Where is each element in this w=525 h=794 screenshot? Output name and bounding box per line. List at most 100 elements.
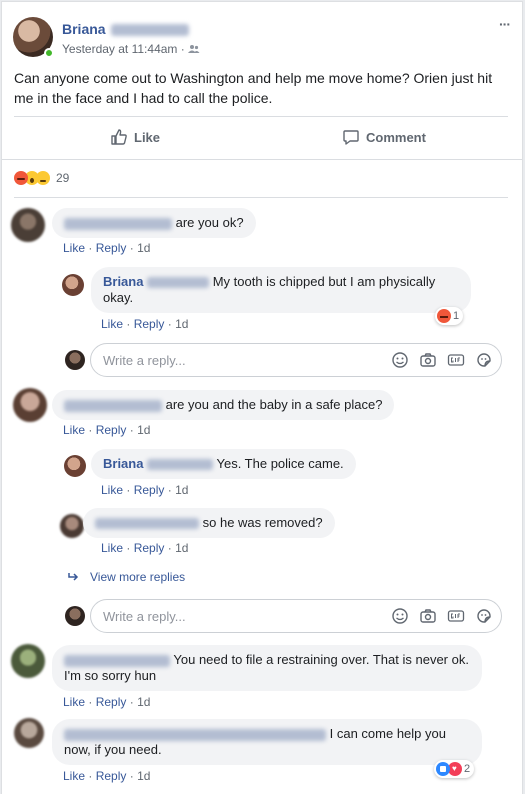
meta-separator: · — [129, 695, 134, 709]
reply-author-name[interactable]: Briana — [103, 274, 143, 289]
comment-reply-link[interactable]: Reply — [96, 695, 127, 709]
post-timestamp[interactable]: Yesterday at 11:44am — [62, 42, 177, 56]
comment-like-link[interactable]: Like — [63, 241, 85, 255]
reply-reply-link[interactable]: Reply — [134, 541, 165, 555]
comment-reaction-count: 2 — [464, 763, 471, 775]
meta-separator: · — [88, 695, 93, 709]
like-button[interactable]: Like — [110, 128, 160, 146]
reply-timestamp[interactable]: 1d — [175, 483, 188, 497]
reply-avatar[interactable] — [60, 514, 84, 538]
commenter-avatar[interactable] — [11, 208, 45, 242]
camera-icon[interactable] — [419, 351, 437, 369]
gif-icon[interactable] — [447, 351, 465, 369]
commenter-name-redacted[interactable] — [64, 217, 172, 230]
meta-separator: · — [126, 317, 131, 331]
comment-like-link[interactable]: Like — [63, 769, 85, 783]
emoji-icon[interactable] — [391, 607, 409, 625]
reply-reaction-count: 1 — [453, 310, 460, 322]
reactions-divider — [14, 197, 508, 198]
like-reaction-icon — [436, 762, 450, 776]
emoji-icon[interactable] — [391, 351, 409, 369]
comment-text: are you ok? — [175, 215, 244, 230]
meta-separator: · — [88, 241, 93, 255]
post-text: Can anyone come out to Washington and he… — [14, 70, 493, 106]
comment-like-link[interactable]: Like — [63, 423, 85, 437]
reply-bubble: so he was removed? — [83, 508, 335, 538]
comment-bubble: You need to file a restraining over. Tha… — [52, 645, 482, 691]
angry-reaction-icon — [437, 309, 451, 323]
view-more-label: View more replies — [90, 570, 186, 584]
reply-reaction-badge[interactable]: 1 — [435, 307, 464, 325]
reply-like-link[interactable]: Like — [101, 317, 123, 331]
comment-bubble: I can come help you now, if you need. — [52, 719, 482, 765]
meta-separator: · — [88, 769, 93, 783]
reply-input-placeholder: Write a reply... — [103, 353, 186, 368]
reply-author-name[interactable]: Briana — [103, 456, 143, 471]
meta-separator: · — [129, 769, 134, 783]
comment-reply-link[interactable]: Reply — [96, 769, 127, 783]
reply-input[interactable]: Write a reply... — [90, 343, 502, 377]
author-first-name[interactable]: Briana — [62, 21, 106, 37]
post-options-button[interactable]: ··· — [499, 16, 511, 32]
reply-timestamp[interactable]: 1d — [175, 317, 188, 331]
friends-privacy-icon[interactable] — [188, 44, 200, 54]
reply-author-last-name-redacted — [147, 277, 210, 289]
reply-actions: Like · Reply · 1d — [101, 483, 188, 497]
reply-author-name-redacted[interactable] — [95, 518, 199, 530]
sticker-icon[interactable] — [475, 351, 493, 369]
comment-reaction-badge[interactable]: ♥ 2 — [434, 760, 475, 778]
camera-icon[interactable] — [419, 607, 437, 625]
commenter-name-redacted[interactable] — [64, 399, 162, 412]
comment-timestamp[interactable]: 1d — [137, 769, 150, 783]
meta-separator: · — [129, 241, 134, 255]
author-name[interactable]: Briana — [62, 21, 190, 37]
reply-like-link[interactable]: Like — [101, 541, 123, 555]
comment-reply-link[interactable]: Reply — [96, 423, 127, 437]
reply-arrow-icon — [68, 573, 79, 581]
comment-timestamp[interactable]: 1d — [137, 695, 150, 709]
meta-separator: · — [180, 42, 185, 56]
reply-actions: Like · Reply · 1d — [101, 541, 188, 555]
meta-separator: · — [167, 541, 172, 555]
commenter-name-redacted[interactable] — [64, 654, 170, 667]
reply-avatar[interactable] — [64, 455, 86, 477]
meta-separator: · — [167, 483, 172, 497]
gif-icon[interactable] — [447, 607, 465, 625]
thumbs-up-icon — [111, 129, 127, 145]
meta-separator: · — [129, 423, 134, 437]
reply-reply-link[interactable]: Reply — [134, 317, 165, 331]
reply-timestamp[interactable]: 1d — [175, 541, 188, 555]
reply-avatar[interactable] — [62, 274, 84, 296]
reply-like-link[interactable]: Like — [101, 483, 123, 497]
comment-bubble: are you ok? — [52, 208, 256, 238]
comment-like-link[interactable]: Like — [63, 695, 85, 709]
view-more-replies[interactable]: View more replies — [68, 570, 185, 584]
reply-input[interactable]: Write a reply... — [90, 599, 502, 633]
post-meta: Yesterday at 11:44am · — [62, 42, 200, 56]
reaction-count[interactable]: 29 — [56, 171, 69, 185]
reply-author-last-name-redacted — [147, 459, 214, 471]
sticker-icon[interactable] — [475, 607, 493, 625]
commenter-avatar[interactable] — [11, 644, 45, 678]
commenter-name-redacted[interactable] — [64, 728, 326, 741]
comment-reply-link[interactable]: Reply — [96, 241, 127, 255]
author-last-name-redacted — [111, 24, 190, 37]
comment-button[interactable]: Comment — [342, 128, 426, 146]
reply-bubble: Briana Yes. The police came. — [91, 449, 356, 479]
reply-text: so he was removed? — [202, 515, 323, 530]
current-user-avatar — [65, 606, 85, 626]
like-label: Like — [134, 129, 161, 145]
comment-text: are you and the baby in a safe place? — [165, 397, 383, 412]
comment-label: Comment — [366, 129, 426, 145]
comment-bubble: are you and the baby in a safe place? — [52, 390, 395, 420]
reply-reply-link[interactable]: Reply — [134, 483, 165, 497]
reply-actions: Like · Reply · 1d — [101, 317, 188, 331]
meta-separator: · — [126, 483, 131, 497]
reaction-summary[interactable]: 29 — [14, 171, 69, 185]
commenter-avatar[interactable] — [14, 718, 44, 748]
comment-timestamp[interactable]: 1d — [137, 241, 150, 255]
comment-timestamp[interactable]: 1d — [137, 423, 150, 437]
love-reaction-icon: ♥ — [448, 762, 462, 776]
comment-actions: Like · Reply · 1d — [63, 241, 150, 255]
commenter-avatar[interactable] — [13, 388, 47, 422]
